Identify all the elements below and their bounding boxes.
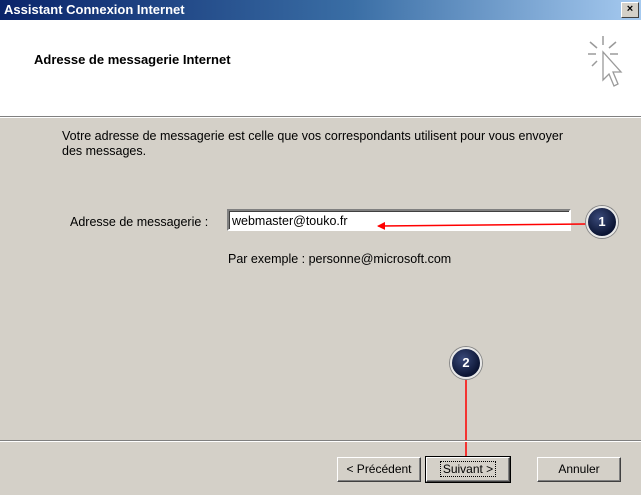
step-2-badge: 2 — [450, 347, 482, 379]
cancel-button-label: Annuler — [558, 462, 600, 476]
arrow-to-email — [377, 221, 587, 230]
back-button-label: < Précédent — [346, 462, 412, 476]
next-button[interactable]: Suivant > — [425, 456, 511, 483]
next-button-label: Suivant > — [439, 461, 497, 477]
cancel-button[interactable]: Annuler — [537, 457, 621, 482]
step-1-badge: 1 — [586, 206, 618, 238]
back-button[interactable]: < Précédent — [337, 457, 421, 482]
annotation-arrows — [377, 221, 587, 466]
